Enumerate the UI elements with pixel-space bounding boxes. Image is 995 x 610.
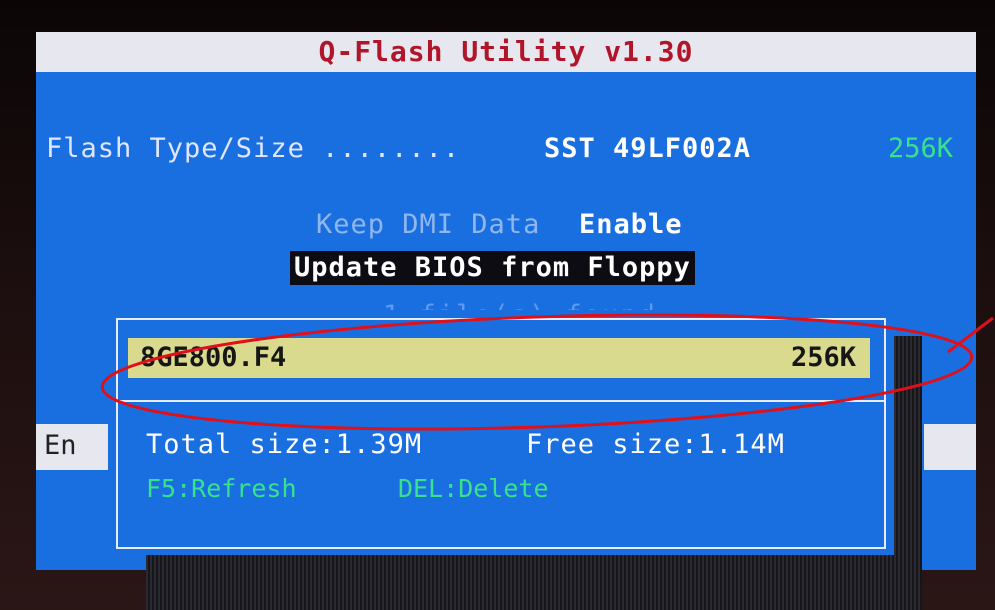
total-size-label: Total size:1.39M (146, 429, 423, 460)
keep-dmi-data-option[interactable]: Keep DMI Data (316, 208, 540, 242)
free-size-label: Free size:1.14M (526, 429, 785, 460)
file-list-item[interactable]: 8GE800.F4 256K (128, 338, 870, 378)
file-name: 8GE800.F4 (140, 342, 287, 373)
keep-dmi-data-value[interactable]: Enable (579, 208, 683, 242)
window-title: Q-Flash Utility v1.30 (36, 32, 976, 72)
flash-size-value: 256K (888, 133, 954, 164)
delete-key-hint[interactable]: DEL:Delete (398, 472, 549, 506)
monitor-screen: Q-Flash Utility v1.30 Flash Type/Size ..… (0, 0, 995, 610)
bottom-menu-bar-right (924, 424, 976, 470)
refresh-key-hint[interactable]: F5:Refresh (146, 472, 297, 506)
flash-type-size-label: Flash Type/Size ........ (46, 133, 461, 164)
file-size: 256K (790, 342, 856, 373)
flash-chip-name: SST 49LF002A (544, 133, 752, 164)
dialog-divider (116, 400, 886, 402)
floppy-file-dialog: 8GE800.F4 256K Total size:1.39M Free siz… (108, 310, 894, 555)
update-bios-from-floppy-option[interactable]: Update BIOS from Floppy (290, 251, 695, 285)
bottom-menu-item-partial[interactable]: En (44, 429, 77, 463)
